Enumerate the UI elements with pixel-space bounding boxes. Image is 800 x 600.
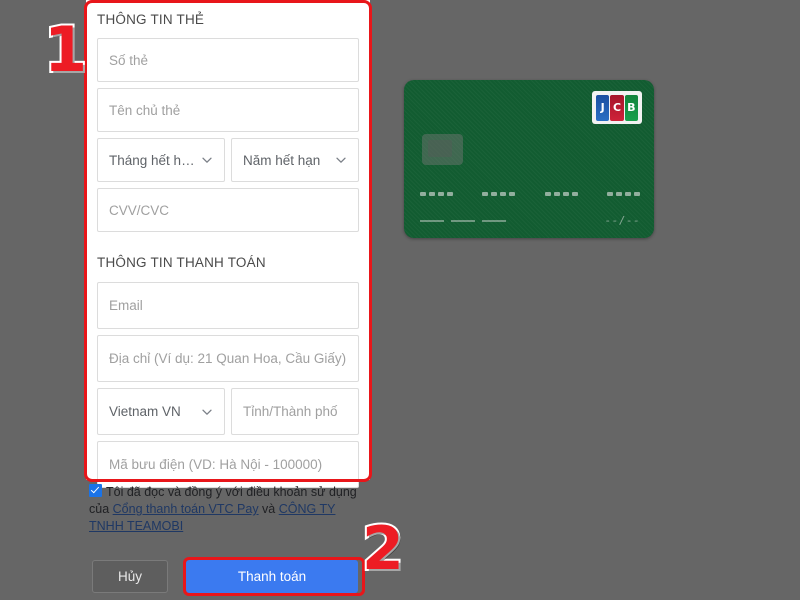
- jcb-letter-c: C: [610, 94, 624, 121]
- payment-form-panel: THÔNG TIN THẺ Số thẻ Tên chủ thẻ Tháng h…: [86, 0, 370, 488]
- postal-code-input[interactable]: Mã bưu điện (VD: Hà Nội - 100000): [97, 441, 359, 488]
- jcb-letter-j: J: [596, 94, 610, 121]
- card-chip-icon: [422, 134, 463, 165]
- address-input[interactable]: Địa chỉ (Ví dụ: 21 Quan Hoa, Cầu Giấy): [97, 335, 359, 382]
- expiry-year-label: Năm hết hạn: [243, 152, 321, 168]
- annotation-step-1: 1: [42, 13, 89, 86]
- card-preview: J C B --/--: [404, 80, 654, 238]
- jcb-letter-b: B: [624, 94, 638, 121]
- pay-button[interactable]: Thanh toán: [186, 560, 358, 593]
- country-select[interactable]: Vietnam VN: [97, 388, 225, 435]
- chevron-down-icon: [201, 154, 213, 166]
- country-label: Vietnam VN: [109, 404, 181, 419]
- payment-info-section-title: THÔNG TIN THANH TOÁN: [97, 255, 266, 270]
- terms-conjunction: và: [258, 502, 279, 516]
- terms-checkbox[interactable]: [89, 484, 102, 497]
- expiry-row: Tháng hết hạn Năm hết hạn: [97, 138, 359, 182]
- postal-code-input-placeholder: Mã bưu điện (VD: Hà Nội - 100000): [109, 457, 323, 472]
- form-actions: Hủy Thanh toán: [92, 560, 358, 593]
- expiry-month-select[interactable]: Tháng hết hạn: [97, 138, 225, 182]
- card-bottom-row: --/--: [420, 214, 640, 227]
- card-number-placeholder: [420, 192, 640, 196]
- cvv-input-placeholder: CVV/CVC: [109, 202, 170, 218]
- card-expiry-placeholder: --/--: [604, 214, 640, 227]
- card-info-section-title: THÔNG TIN THẺ: [97, 12, 205, 27]
- city-input-placeholder: Tỉnh/Thành phố: [243, 404, 338, 419]
- cancel-button[interactable]: Hủy: [92, 560, 168, 593]
- jcb-logo-icon: J C B: [592, 91, 642, 124]
- terms-link-vtc-pay[interactable]: Cổng thanh toán VTC Pay: [113, 502, 259, 516]
- card-number-input-placeholder: Số thẻ: [109, 52, 149, 68]
- expiry-year-select[interactable]: Năm hết hạn: [231, 138, 359, 182]
- location-row: Vietnam VN Tỉnh/Thành phố: [97, 388, 359, 435]
- chevron-down-icon: [201, 406, 213, 418]
- card-holder-placeholder: [420, 219, 506, 222]
- city-input[interactable]: Tỉnh/Thành phố: [231, 388, 359, 435]
- terms-agreement: Tôi đã đọc và đồng ý với điều khoản sử d…: [89, 484, 369, 535]
- card-number-input[interactable]: Số thẻ: [97, 38, 359, 82]
- chevron-down-icon: [335, 154, 347, 166]
- expiry-month-label: Tháng hết hạn: [109, 152, 195, 168]
- address-input-placeholder: Địa chỉ (Ví dụ: 21 Quan Hoa, Cầu Giấy): [109, 351, 347, 366]
- cvv-input[interactable]: CVV/CVC: [97, 188, 359, 232]
- card-holder-input-placeholder: Tên chủ thẻ: [109, 102, 181, 118]
- email-input-placeholder: Email: [109, 298, 143, 313]
- card-holder-input[interactable]: Tên chủ thẻ: [97, 88, 359, 132]
- annotation-step-2: 2: [360, 514, 406, 584]
- email-input[interactable]: Email: [97, 282, 359, 329]
